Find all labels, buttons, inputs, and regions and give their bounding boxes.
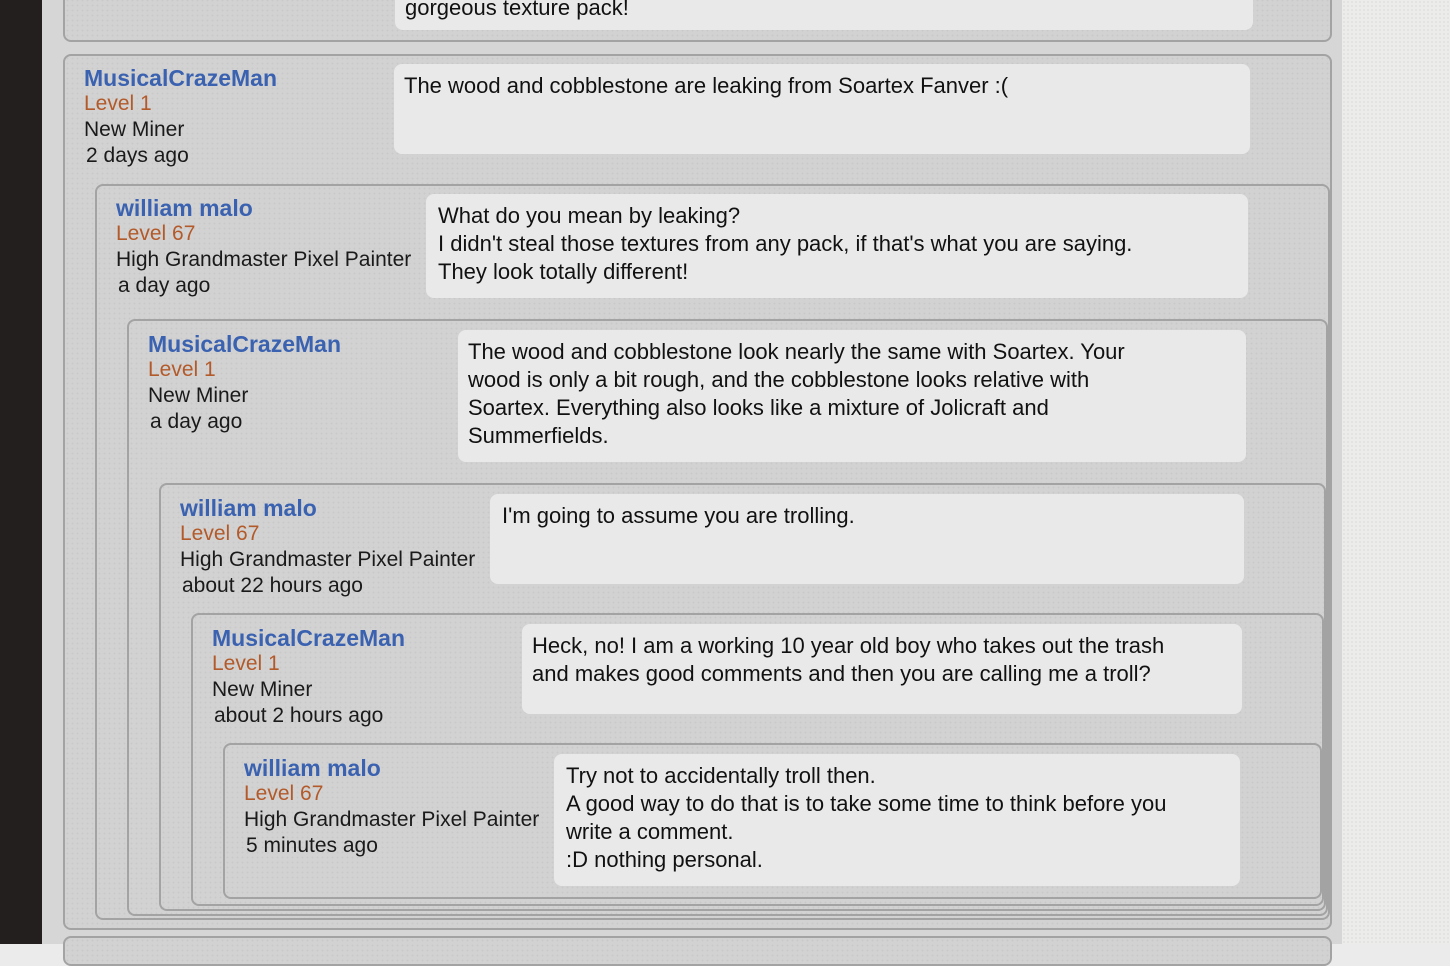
comment-time: 5 minutes ago: [246, 834, 378, 857]
user-rank: High Grandmaster Pixel Painter: [180, 548, 476, 571]
comment-3-meta: MusicalCrazeMan Level 1 New Miner a day …: [148, 331, 341, 435]
user-rank: High Grandmaster Pixel Painter: [244, 808, 540, 831]
comment-4-meta: william malo Level 67 High Grandmaster P…: [180, 495, 475, 599]
author-link[interactable]: MusicalCrazeMan: [148, 331, 341, 357]
user-level: Level 1: [84, 92, 152, 115]
user-level: Level 1: [148, 358, 216, 381]
comment-line: Heck, no! I am a working 10 year old boy…: [532, 633, 1165, 658]
previous-comment-text: gorgeous texture pack!: [405, 0, 629, 20]
previous-comment: gorgeous texture pack!: [63, 0, 1332, 42]
comment-line: Soartex. Everything also looks like a mi…: [468, 395, 1049, 420]
comment-time: 2 days ago: [86, 144, 189, 167]
comment-5-meta: MusicalCrazeMan Level 1 New Miner about …: [212, 625, 405, 729]
comment-4-bubble: I'm going to assume you are trolling.: [490, 494, 1244, 584]
user-level: Level 67: [180, 522, 260, 545]
comment-line: :D nothing personal.: [566, 847, 763, 872]
comment-3-bubble: The wood and cobblestone look nearly the…: [458, 330, 1246, 462]
author-link[interactable]: william malo: [180, 495, 475, 521]
comment-line: A good way to do that is to take some ti…: [566, 791, 1167, 816]
comment-line: Summerfields.: [468, 423, 609, 448]
comment-line: The wood and cobblestone are leaking fro…: [404, 73, 1009, 98]
comment-6-meta: william malo Level 67 High Grandmaster P…: [244, 755, 539, 859]
author-link[interactable]: william malo: [244, 755, 539, 781]
comment-time: about 22 hours ago: [182, 574, 363, 597]
left-sidebar-strip: [0, 0, 42, 944]
comment-line: I didn't steal those textures from any p…: [438, 231, 1133, 256]
comment-time: about 2 hours ago: [214, 704, 384, 727]
page-background: [1342, 0, 1450, 944]
comment-5-bubble: Heck, no! I am a working 10 year old boy…: [522, 624, 1242, 714]
user-rank: New Miner: [84, 118, 185, 141]
next-comment: [63, 936, 1332, 966]
comment-line: I'm going to assume you are trolling.: [502, 503, 855, 528]
comment-6-bubble: Try not to accidentally troll then. A go…: [554, 754, 1240, 886]
comment-line: wood is only a bit rough, and the cobble…: [468, 367, 1090, 392]
comment-line: They look totally different!: [438, 259, 689, 284]
user-level: Level 1: [212, 652, 280, 675]
comment-2-bubble: What do you mean by leaking? I didn't st…: [426, 194, 1248, 298]
comment-line: and makes good comments and then you are…: [532, 661, 1151, 686]
comment-line: The wood and cobblestone look nearly the…: [468, 339, 1125, 364]
comment-line: What do you mean by leaking?: [438, 203, 741, 228]
comment-1-meta: MusicalCrazeMan Level 1 New Miner 2 days…: [84, 65, 277, 169]
author-link[interactable]: MusicalCrazeMan: [84, 65, 277, 91]
comment-2-meta: william malo Level 67 High Grandmaster P…: [116, 195, 411, 299]
comment-1-bubble: The wood and cobblestone are leaking fro…: [394, 64, 1250, 154]
user-rank: New Miner: [212, 678, 313, 701]
comment-time: a day ago: [150, 410, 243, 433]
comment-time: a day ago: [118, 274, 211, 297]
previous-comment-bubble: gorgeous texture pack!: [395, 0, 1253, 30]
user-rank: New Miner: [148, 384, 249, 407]
user-level: Level 67: [116, 222, 196, 245]
author-link[interactable]: william malo: [116, 195, 411, 221]
user-rank: High Grandmaster Pixel Painter: [116, 248, 412, 271]
author-link[interactable]: MusicalCrazeMan: [212, 625, 405, 651]
comment-line: Try not to accidentally troll then.: [566, 763, 876, 788]
user-level: Level 67: [244, 782, 324, 805]
comment-line: write a comment.: [566, 819, 734, 844]
